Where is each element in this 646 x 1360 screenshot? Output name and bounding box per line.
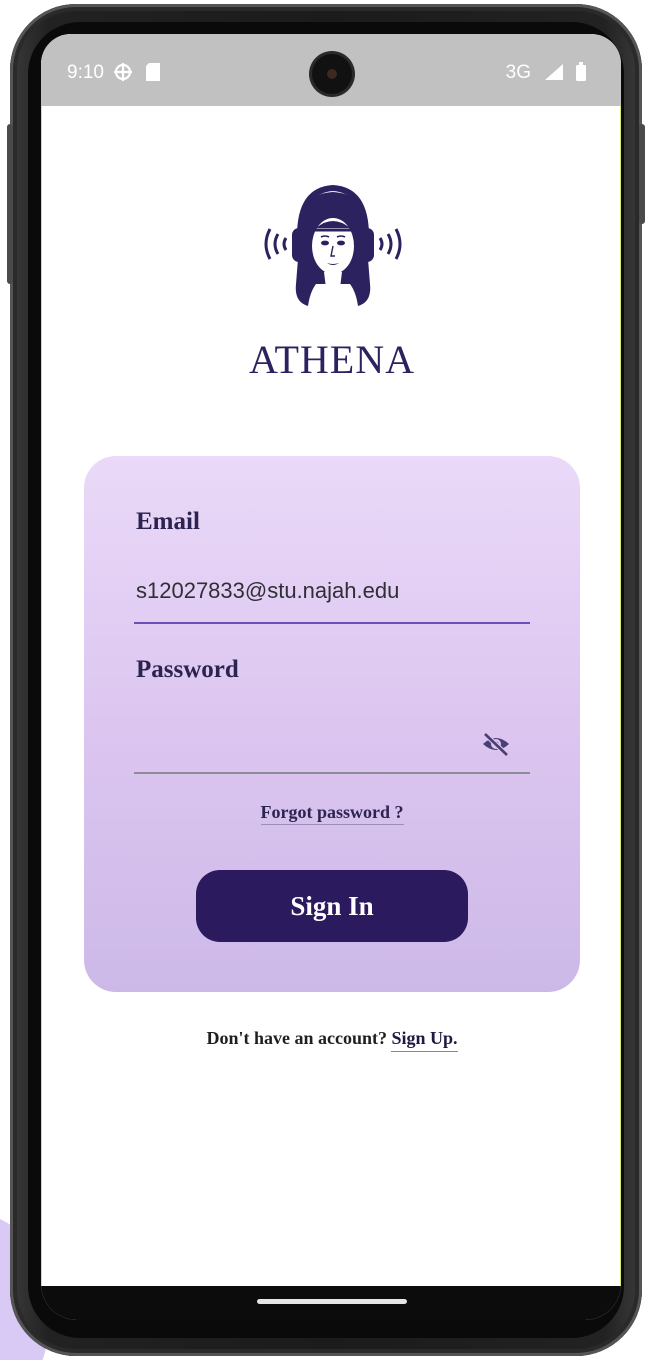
location-icon <box>114 63 132 81</box>
front-camera <box>312 54 352 94</box>
password-underline <box>134 772 530 774</box>
forgot-password-link-wrapper: Forgot password ? <box>84 802 580 825</box>
page: 9:10 3G ATHENA Email s12027833@stu.najah… <box>0 0 646 1360</box>
login-card: Email s12027833@stu.najah.edu Password F… <box>84 456 580 992</box>
eye-off-icon[interactable] <box>480 730 512 758</box>
phone-screen: 9:10 3G ATHENA Email s12027833@stu.najah… <box>41 34 621 1320</box>
password-field[interactable] <box>136 728 466 758</box>
sign-in-button[interactable]: Sign In <box>196 870 468 942</box>
password-label: Password <box>136 656 239 683</box>
status-time: 9:10 <box>67 62 104 83</box>
home-gesture-handle[interactable] <box>257 1299 407 1304</box>
signal-icon <box>545 64 563 80</box>
navigation-bar <box>41 1286 621 1320</box>
status-bar: 9:10 3G <box>41 34 621 106</box>
volume-button <box>7 124 13 284</box>
email-field[interactable]: s12027833@stu.najah.edu <box>136 578 399 604</box>
battery-icon <box>576 62 586 81</box>
athena-logo-icon <box>264 184 402 306</box>
signup-prompt-text: Don't have an account? <box>206 1028 387 1048</box>
app-title: ATHENA <box>249 337 415 382</box>
signup-prompt: Don't have an account? Sign Up. <box>42 1028 621 1052</box>
sd-card-icon <box>146 63 160 81</box>
sign-up-link[interactable]: Sign Up. <box>391 1028 458 1052</box>
network-type: 3G <box>505 62 531 83</box>
forgot-password-link[interactable]: Forgot password ? <box>260 802 404 825</box>
power-button <box>639 124 645 224</box>
email-underline <box>134 622 530 624</box>
login-screen: ATHENA Email s12027833@stu.najah.edu Pas… <box>41 106 621 1286</box>
email-label: Email <box>136 508 200 535</box>
